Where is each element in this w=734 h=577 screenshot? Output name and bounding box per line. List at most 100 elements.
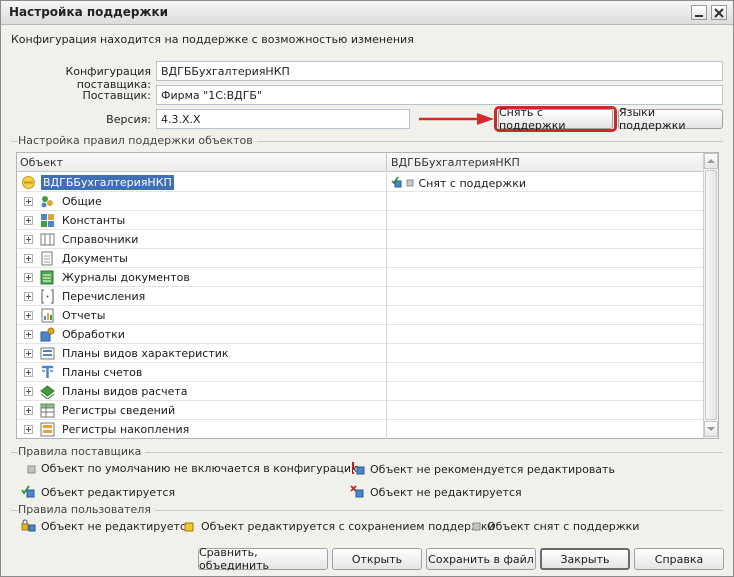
legend-text: Объект не рекомендуется редактировать [370,463,615,476]
tree-row-label: Документы [62,252,128,265]
tree-row-label: Константы [62,214,126,227]
tree-row[interactable]: Общие [17,192,703,211]
scroll-down-button[interactable] [704,421,718,437]
expand-icon[interactable] [24,254,33,263]
column-separator [386,268,387,287]
save-to-file-button[interactable]: Сохранить в файл [426,548,536,570]
minimize-button[interactable] [691,5,707,20]
legend-user-removed: Объект снят с поддержки [471,519,639,533]
expand-icon[interactable] [24,197,33,206]
accounts-icon [42,365,53,378]
tree-row[interactable]: Планы счетов [17,363,703,382]
expand-icon[interactable] [24,273,33,282]
legend-text: Объект снят с поддержки [487,520,640,533]
column-separator [386,420,387,438]
scroll-up-button[interactable] [704,153,718,169]
tree-row[interactable]: Обработки [17,325,703,344]
tree-row[interactable]: Журналы документов [17,268,703,287]
processing-icon [40,327,55,342]
expand-icon[interactable] [24,216,33,225]
help-button[interactable]: Справка [634,548,724,570]
support-settings-window: Настройка поддержки Конфигурация находит… [0,0,734,577]
expand-icon[interactable] [24,368,33,377]
version-label: Версия: [106,113,151,126]
root-status-text: Снят с поддержки [418,177,527,190]
expand-icon[interactable] [24,406,33,415]
close-window-button[interactable] [711,5,727,20]
rules-group-title: Настройка правил поддержки объектов [18,134,257,147]
scroll-down-icon [707,427,715,431]
open-button[interactable]: Открыть [332,548,422,570]
compare-merge-button[interactable]: Сравнить, объединить [198,546,328,572]
legend-user-not-editable: Объект не редактируется [21,519,193,533]
column-separator [386,382,387,401]
tree-row[interactable]: Регистры сведений [17,401,703,420]
column-object[interactable]: Объект [20,156,63,169]
vendor-config-field[interactable]: ВДГББухгалтерияНКП [156,61,723,81]
tree-row[interactable]: Константы [17,211,703,230]
reports-icon [41,308,54,323]
column-separator [386,192,387,211]
tree-row[interactable]: Планы видов характеристик [17,344,703,363]
check-cube-icon [21,485,35,498]
support-languages-button[interactable]: Языки поддержки [618,106,723,132]
tree-row[interactable]: Регистры накопления [17,420,703,438]
column-separator [386,211,387,230]
tree-row-label: Журналы документов [62,271,190,284]
column-separator [386,173,387,192]
documents-icon [41,251,53,266]
expand-icon[interactable] [24,311,33,320]
column-separator [386,363,387,382]
tree-row-root[interactable]: ВДГББухгалтерияНКП Снят с поддержки [17,173,703,192]
column-separator [386,287,387,306]
vendor-field[interactable]: Фирма "1С:ВДГБ" [156,85,723,105]
yellow-cube-icon [184,522,194,532]
expand-icon[interactable] [24,330,33,339]
tree-rows: ВДГББухгалтерияНКП Снят с поддержки Общи… [17,173,703,438]
tree-row[interactable]: Документы [17,249,703,268]
tree-scrollbar[interactable] [703,153,718,438]
tree-row-label: Справочники [62,233,139,246]
legend-text: Объект не редактируется [370,486,522,499]
info-registers-icon [40,403,55,418]
support-rules-tree[interactable]: Объект ВДГББухгалтерияНКП ВДГББухгалтери… [16,152,719,439]
scroll-thumb[interactable] [705,170,717,420]
warning-cube-icon [352,462,365,475]
vendor-config-label: Конфигурация поставщика: [65,65,151,91]
remove-support-button[interactable]: Снять с поддержки [498,106,613,132]
column-separator [386,249,387,268]
column-separator [386,344,387,363]
tree-row-label: Планы видов расчета [62,385,188,398]
column-vendor[interactable]: ВДГББухгалтерияНКП [391,156,520,169]
expand-icon[interactable] [24,235,33,244]
vendor-rules-title: Правила поставщика [18,445,146,458]
expand-icon[interactable] [24,292,33,301]
tree-row-label: Планы видов характеристик [62,347,229,360]
tree-row-label: Планы счетов [62,366,143,379]
cross-cube-icon [350,485,364,498]
scroll-up-icon [707,159,715,163]
red-arrow-icon [419,113,494,125]
close-button[interactable]: Закрыть [540,548,630,570]
minimize-icon [695,15,703,17]
version-field[interactable]: 4.3.X.X [156,109,410,129]
tree-row[interactable]: Отчеты [17,306,703,325]
legend-editable: Объект редактируется [21,485,175,499]
char-plans-icon [40,347,55,360]
vendor-label: Поставщик: [82,89,151,102]
tree-row[interactable]: Перечисления [17,287,703,306]
expand-icon[interactable] [24,387,33,396]
column-separator [386,153,387,172]
window-title: Настройка поддержки [9,5,169,19]
root-label: ВДГББухгалтерияНКП [41,175,174,190]
title-bar: Настройка поддержки [1,1,733,25]
expand-icon[interactable] [24,349,33,358]
accum-registers-icon [40,422,55,437]
tree-row-label: Общие [62,195,102,208]
expand-icon[interactable] [24,425,33,434]
tree-row[interactable]: Справочники [17,230,703,249]
legend-text: Объект редактируется с сохранением подде… [201,520,495,533]
tree-row[interactable]: Планы видов расчета [17,382,703,401]
tree-row-label: Перечисления [62,290,146,303]
tree-row-label: Обработки [62,328,125,341]
